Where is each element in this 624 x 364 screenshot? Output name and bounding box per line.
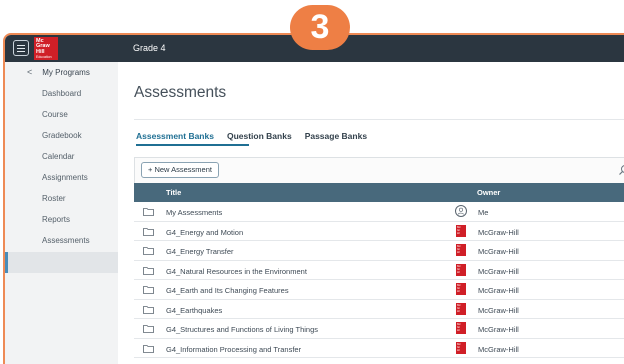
mcgraw-hill-logo-icon: Mc Gr Hl <box>456 224 466 237</box>
folder-icon <box>143 247 154 255</box>
row-owner: McGraw-Hill <box>478 305 519 315</box>
user-icon <box>455 205 467 217</box>
table-row[interactable]: My Assessments Me <box>134 202 624 222</box>
table-header: Title Owner <box>134 183 624 202</box>
row-owner: Me <box>478 208 489 217</box>
mcgraw-hill-logo-icon: Mc Gr Hl <box>456 322 466 334</box>
page-title: Assessments <box>134 84 227 101</box>
folder-icon <box>143 266 154 275</box>
row-owner: McGraw-Hill <box>478 344 519 354</box>
step-number-badge: 3 <box>290 5 350 50</box>
column-header-owner[interactable]: Owner <box>477 188 500 197</box>
row-title[interactable]: G4_Energy Transfer <box>166 247 234 256</box>
mcgraw-hill-logo-icon: Mc Gr Hl <box>456 263 466 276</box>
folder-icon <box>143 227 154 236</box>
folder-icon <box>143 325 154 333</box>
search-icon[interactable] <box>618 164 624 176</box>
row-title[interactable]: G4_Energy and Motion <box>166 228 243 237</box>
sidebar: < My Programs Dashboard Course Gradebook … <box>5 62 118 364</box>
divider <box>134 119 624 120</box>
sidebar-back-label: My Programs <box>42 68 90 77</box>
sidebar-item-gradebook[interactable]: Gradebook <box>42 131 82 140</box>
table-row[interactable]: G4_Information Processing and Transfer M… <box>134 338 624 358</box>
mcgraw-hill-logo-icon: Mc Gr Hl <box>456 302 466 315</box>
chevron-left-icon: < <box>27 67 33 77</box>
folder-icon <box>143 208 154 216</box>
table-row[interactable]: G4_Earth and Its Changing Features Mc Gr H… <box>134 280 624 300</box>
table-row[interactable]: G4_Earthquakes Mc Gr Hl McGraw-Hill <box>134 299 624 319</box>
sidebar-item-reports[interactable]: Reports <box>42 215 70 224</box>
app-window: Mc Graw Hill Education Grade 4 < My Progr… <box>3 33 624 364</box>
row-title[interactable]: My Assessments <box>166 208 222 217</box>
table-row[interactable]: G4_Energy and Motion Mc Gr Hl McGraw-Hill <box>134 221 624 241</box>
sidebar-item-calendar[interactable]: Calendar <box>42 152 74 161</box>
row-title[interactable]: G4_Natural Resources in the Environment <box>166 267 307 276</box>
row-owner: McGraw-Hill <box>478 266 519 276</box>
sidebar-back-link[interactable]: < My Programs <box>27 67 90 77</box>
logo-line: Education <box>36 55 52 60</box>
sidebar-item-course[interactable]: Course <box>42 110 68 119</box>
folder-icon <box>143 344 154 353</box>
main-content: Assessments Assessment Banks Question Ba… <box>118 62 624 364</box>
tab-assessment-banks[interactable]: Assessment Banks <box>136 131 214 141</box>
hamburger-menu-icon[interactable] <box>13 40 29 56</box>
tab-passage-banks[interactable]: Passage Banks <box>305 131 367 141</box>
row-owner: McGraw-Hill <box>478 227 519 237</box>
new-assessment-button[interactable]: + New Assessment <box>141 162 219 178</box>
row-owner: McGraw-Hill <box>478 325 519 334</box>
row-owner: McGraw-Hill <box>478 286 519 295</box>
column-header-title[interactable]: Title <box>166 188 181 197</box>
mcgraw-hill-logo-icon: Mc Gr Hl <box>456 244 466 256</box>
folder-icon <box>143 305 154 314</box>
sidebar-item-dashboard[interactable]: Dashboard <box>42 89 81 98</box>
row-title[interactable]: G4_Earth and Its Changing Features <box>166 286 289 295</box>
mcgraw-hill-logo-icon: Mc Gr Hl <box>456 283 466 295</box>
tab-bar: Assessment Banks Question Banks Passage … <box>136 131 367 141</box>
row-title[interactable]: G4_Structures and Functions of Living Th… <box>166 325 318 334</box>
row-title[interactable]: G4_Information Processing and Transfer <box>166 345 301 354</box>
mcgraw-hill-logo[interactable]: Mc Graw Hill Education <box>34 37 58 60</box>
mcgraw-hill-logo-icon: Mc Gr Hl <box>456 341 466 354</box>
table-row[interactable]: G4_Natural Resources in the Environment … <box>134 260 624 280</box>
table-toolbar: + New Assessment <box>134 157 624 183</box>
assessment-table-body: My Assessments Me G4_Energy and Motion M… <box>134 202 624 358</box>
table-row[interactable]: G4_Energy Transfer Mc Gr Hl McGraw-Hill <box>134 241 624 261</box>
tab-question-banks[interactable]: Question Banks <box>227 131 292 141</box>
sidebar-active-highlight <box>5 252 118 273</box>
grade-title: Grade 4 <box>133 43 166 53</box>
table-row[interactable]: G4_Structures and Functions of Living Th… <box>134 319 624 339</box>
sidebar-item-roster[interactable]: Roster <box>42 194 66 203</box>
sidebar-item-assessments[interactable]: Assessments <box>42 236 90 245</box>
row-title[interactable]: G4_Earthquakes <box>166 306 222 315</box>
active-tab-underline <box>136 144 249 146</box>
row-owner: McGraw-Hill <box>478 247 519 256</box>
folder-icon <box>143 286 154 294</box>
sidebar-item-assignments[interactable]: Assignments <box>42 173 88 182</box>
